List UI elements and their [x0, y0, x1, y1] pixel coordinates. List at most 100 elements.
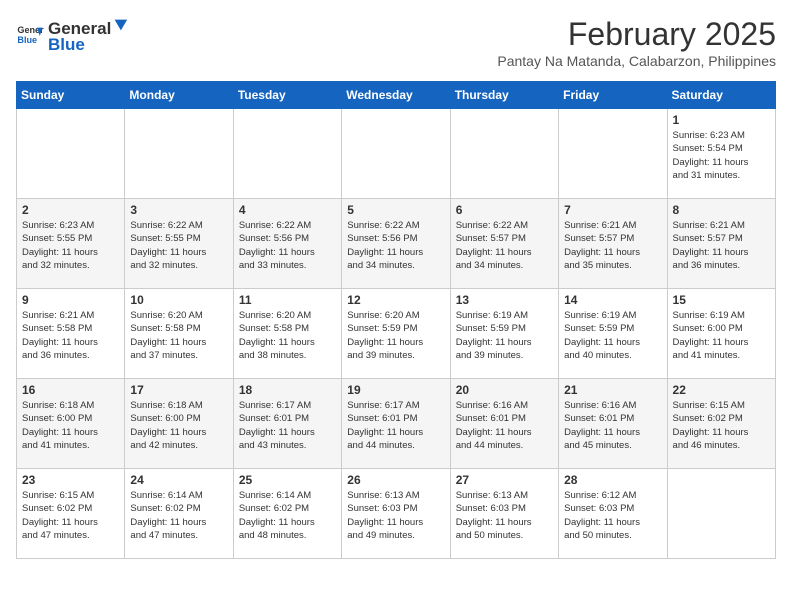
header-day-tuesday: Tuesday: [233, 82, 341, 109]
calendar-day: [342, 109, 450, 199]
calendar-day: 8 Sunrise: 6:21 AM Sunset: 5:57 PM Daylig…: [667, 199, 775, 289]
calendar-day: 10Sunrise: 6:20 AM Sunset: 5:58 PM Dayli…: [125, 289, 233, 379]
calendar-day: 24Sunrise: 6:14 AM Sunset: 6:02 PM Dayli…: [125, 469, 233, 559]
day-info: Sunrise: 6:19 AM Sunset: 6:00 PM Dayligh…: [673, 309, 770, 362]
svg-text:Blue: Blue: [17, 35, 37, 45]
calendar-day: [559, 109, 667, 199]
calendar-day: [17, 109, 125, 199]
day-number: 28: [564, 473, 661, 487]
day-number: 7: [564, 203, 661, 217]
day-number: 12: [347, 293, 444, 307]
calendar-day: 21Sunrise: 6:16 AM Sunset: 6:01 PM Dayli…: [559, 379, 667, 469]
calendar-day: 3Sunrise: 6:22 AM Sunset: 5:55 PM Daylig…: [125, 199, 233, 289]
calendar-day: 23Sunrise: 6:15 AM Sunset: 6:02 PM Dayli…: [17, 469, 125, 559]
calendar-day: 16Sunrise: 6:18 AM Sunset: 6:00 PM Dayli…: [17, 379, 125, 469]
day-number: 25: [239, 473, 336, 487]
logo: General Blue General Blue: [16, 16, 129, 55]
calendar-day: 11 Sunrise: 6:20 AM Sunset: 5:58 PM Dayli…: [233, 289, 341, 379]
day-number: 8: [673, 203, 770, 217]
day-number: 22: [673, 383, 770, 397]
day-info: Sunrise: 6:14 AM Sunset: 6:02 PM Dayligh…: [130, 489, 227, 542]
day-info: Sunrise: 6:15 AM Sunset: 6:02 PM Dayligh…: [22, 489, 119, 542]
day-number: 1: [673, 113, 770, 127]
header-day-monday: Monday: [125, 82, 233, 109]
calendar-day: 25 Sunrise: 6:14 AM Sunset: 6:02 PM Dayli…: [233, 469, 341, 559]
day-number: 20: [456, 383, 553, 397]
calendar-day: 13 Sunrise: 6:19 AM Sunset: 5:59 PM Dayli…: [450, 289, 558, 379]
day-info: Sunrise: 6:13 AM Sunset: 6:03 PM Dayligh…: [456, 489, 553, 542]
title-block: February 2025 Pantay Na Matanda, Calabar…: [497, 16, 776, 69]
day-info: Sunrise: 6:22 AM Sunset: 5:55 PM Dayligh…: [130, 219, 227, 272]
day-info: Sunrise: 6:21 AM Sunset: 5:58 PM Dayligh…: [22, 309, 119, 362]
day-number: 15: [673, 293, 770, 307]
day-number: 18: [239, 383, 336, 397]
day-info: Sunrise: 6:20 AM Sunset: 5:58 PM Dayligh…: [239, 309, 336, 362]
page-header: General Blue General Blue February 2025 …: [16, 16, 776, 69]
day-info: Sunrise: 6:18 AM Sunset: 6:00 PM Dayligh…: [22, 399, 119, 452]
month-title: February 2025: [497, 16, 776, 53]
calendar-week-3: 9 Sunrise: 6:21 AM Sunset: 5:58 PM Daylig…: [17, 289, 776, 379]
day-info: Sunrise: 6:18 AM Sunset: 6:00 PM Dayligh…: [130, 399, 227, 452]
calendar-header-row: SundayMondayTuesdayWednesdayThursdayFrid…: [17, 82, 776, 109]
day-info: Sunrise: 6:23 AM Sunset: 5:55 PM Dayligh…: [22, 219, 119, 272]
calendar-day: 22 Sunrise: 6:15 AM Sunset: 6:02 PM Dayli…: [667, 379, 775, 469]
calendar-day: 26 Sunrise: 6:13 AM Sunset: 6:03 PM Dayli…: [342, 469, 450, 559]
day-info: Sunrise: 6:21 AM Sunset: 5:57 PM Dayligh…: [673, 219, 770, 272]
header-day-friday: Friday: [559, 82, 667, 109]
header-day-thursday: Thursday: [450, 82, 558, 109]
calendar-day: 6 Sunrise: 6:22 AM Sunset: 5:57 PM Daylig…: [450, 199, 558, 289]
calendar-day: 27 Sunrise: 6:13 AM Sunset: 6:03 PM Dayli…: [450, 469, 558, 559]
calendar-day: 19 Sunrise: 6:17 AM Sunset: 6:01 PM Dayli…: [342, 379, 450, 469]
day-info: Sunrise: 6:15 AM Sunset: 6:02 PM Dayligh…: [673, 399, 770, 452]
calendar-day: 17 Sunrise: 6:18 AM Sunset: 6:00 PM Dayli…: [125, 379, 233, 469]
day-number: 21: [564, 383, 661, 397]
calendar-day: 18Sunrise: 6:17 AM Sunset: 6:01 PM Dayli…: [233, 379, 341, 469]
calendar-day: 9 Sunrise: 6:21 AM Sunset: 5:58 PM Daylig…: [17, 289, 125, 379]
calendar-day: 12 Sunrise: 6:20 AM Sunset: 5:59 PM Dayli…: [342, 289, 450, 379]
day-info: Sunrise: 6:22 AM Sunset: 5:57 PM Dayligh…: [456, 219, 553, 272]
day-number: 14: [564, 293, 661, 307]
day-number: 17: [130, 383, 227, 397]
calendar-day: 28 Sunrise: 6:12 AM Sunset: 6:03 PM Dayli…: [559, 469, 667, 559]
day-number: 2: [22, 203, 119, 217]
day-info: Sunrise: 6:17 AM Sunset: 6:01 PM Dayligh…: [347, 399, 444, 452]
calendar-day: 2 Sunrise: 6:23 AM Sunset: 5:55 PM Daylig…: [17, 199, 125, 289]
logo-arrow-icon: [111, 16, 129, 34]
calendar-day: [667, 469, 775, 559]
header-day-wednesday: Wednesday: [342, 82, 450, 109]
calendar-day: [450, 109, 558, 199]
calendar-week-1: 1Sunrise: 6:23 AM Sunset: 5:54 PM Daylig…: [17, 109, 776, 199]
day-info: Sunrise: 6:20 AM Sunset: 5:58 PM Dayligh…: [130, 309, 227, 362]
calendar-week-4: 16Sunrise: 6:18 AM Sunset: 6:00 PM Dayli…: [17, 379, 776, 469]
logo-icon: General Blue: [16, 22, 44, 50]
calendar-table: SundayMondayTuesdayWednesdayThursdayFrid…: [16, 81, 776, 559]
day-number: 9: [22, 293, 119, 307]
day-info: Sunrise: 6:21 AM Sunset: 5:57 PM Dayligh…: [564, 219, 661, 272]
day-number: 5: [347, 203, 444, 217]
calendar-day: [233, 109, 341, 199]
day-info: Sunrise: 6:19 AM Sunset: 5:59 PM Dayligh…: [456, 309, 553, 362]
day-number: 26: [347, 473, 444, 487]
calendar-day: 14Sunrise: 6:19 AM Sunset: 5:59 PM Dayli…: [559, 289, 667, 379]
day-info: Sunrise: 6:12 AM Sunset: 6:03 PM Dayligh…: [564, 489, 661, 542]
day-number: 4: [239, 203, 336, 217]
location-subtitle: Pantay Na Matanda, Calabarzon, Philippin…: [497, 53, 776, 69]
day-info: Sunrise: 6:20 AM Sunset: 5:59 PM Dayligh…: [347, 309, 444, 362]
day-info: Sunrise: 6:13 AM Sunset: 6:03 PM Dayligh…: [347, 489, 444, 542]
calendar-day: 4 Sunrise: 6:22 AM Sunset: 5:56 PM Daylig…: [233, 199, 341, 289]
calendar-day: 7 Sunrise: 6:21 AM Sunset: 5:57 PM Daylig…: [559, 199, 667, 289]
day-number: 27: [456, 473, 553, 487]
calendar-day: 15 Sunrise: 6:19 AM Sunset: 6:00 PM Dayli…: [667, 289, 775, 379]
calendar-day: [125, 109, 233, 199]
day-number: 13: [456, 293, 553, 307]
day-number: 6: [456, 203, 553, 217]
day-info: Sunrise: 6:22 AM Sunset: 5:56 PM Dayligh…: [239, 219, 336, 272]
day-number: 11: [239, 293, 336, 307]
day-number: 19: [347, 383, 444, 397]
calendar-day: 1Sunrise: 6:23 AM Sunset: 5:54 PM Daylig…: [667, 109, 775, 199]
calendar-week-5: 23Sunrise: 6:15 AM Sunset: 6:02 PM Dayli…: [17, 469, 776, 559]
day-info: Sunrise: 6:14 AM Sunset: 6:02 PM Dayligh…: [239, 489, 336, 542]
header-day-sunday: Sunday: [17, 82, 125, 109]
calendar-day: 5Sunrise: 6:22 AM Sunset: 5:56 PM Daylig…: [342, 199, 450, 289]
calendar-week-2: 2 Sunrise: 6:23 AM Sunset: 5:55 PM Daylig…: [17, 199, 776, 289]
